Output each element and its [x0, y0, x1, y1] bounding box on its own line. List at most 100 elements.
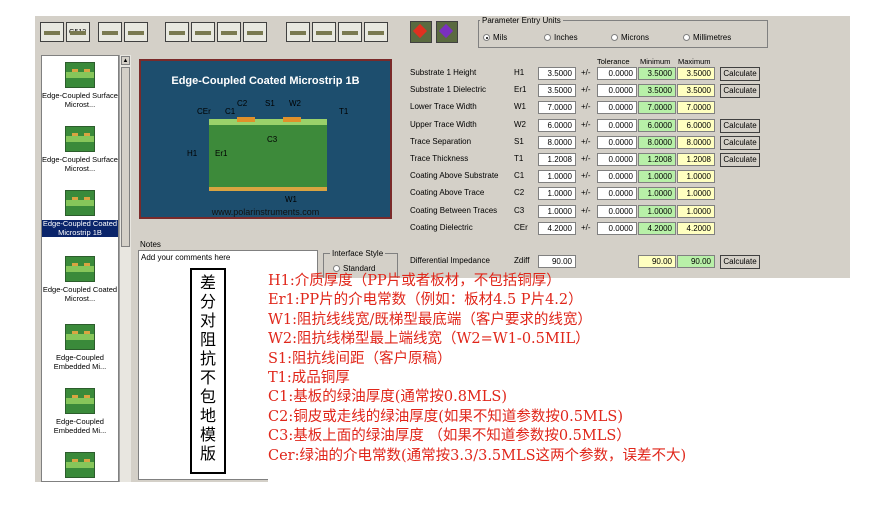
param-label: Upper Trace Width	[410, 119, 477, 129]
toolbar-group-2	[98, 22, 148, 44]
impedance-calculate-button[interactable]: Calculate	[720, 255, 760, 269]
param-value-field[interactable]: 1.0000	[538, 187, 576, 201]
param-max-field[interactable]: 8.0000	[677, 135, 715, 149]
param-max-field[interactable]: 1.0000	[677, 204, 715, 218]
list-item[interactable]: Edge-Coupled Surface Microst...	[42, 62, 118, 109]
param-tolerance-field[interactable]: 0.0000	[597, 221, 637, 235]
calculate-button[interactable]: Calculate	[720, 67, 760, 81]
list-item-selected[interactable]: Edge-Coupled Coated Microstrip 1B	[42, 190, 118, 237]
param-min-field[interactable]: 1.0000	[638, 170, 676, 184]
param-min-field[interactable]: 7.0000	[638, 101, 676, 115]
structure-icon-12[interactable]	[364, 22, 388, 42]
structure-icon-8[interactable]	[243, 22, 267, 42]
param-max-field[interactable]: 7.0000	[677, 101, 715, 115]
param-min-field[interactable]: 1.0000	[638, 187, 676, 201]
param-max-field[interactable]: 3.5000	[677, 67, 715, 80]
param-value-field[interactable]: 3.5000	[538, 84, 576, 98]
param-value-field[interactable]: 6.0000	[538, 118, 576, 132]
calc-arrow-purple-icon[interactable]	[436, 21, 458, 43]
unit-radio-mils[interactable]: Mils	[483, 33, 507, 42]
param-value-field[interactable]: 4.2000	[538, 221, 576, 235]
param-tolerance-field[interactable]: 0.0000	[597, 187, 637, 201]
structure-icon-10[interactable]	[312, 22, 336, 42]
unit-radio-microns[interactable]: Microns	[611, 33, 649, 42]
structure-thumbnail-icon	[65, 452, 95, 478]
param-value-field[interactable]: 1.2008	[538, 153, 576, 166]
label-t1: T1	[339, 107, 349, 116]
param-tolerance-field[interactable]: 0.0000	[597, 118, 637, 132]
impedance-min-field[interactable]: 90.00	[638, 255, 676, 268]
param-max-field[interactable]: 1.0000	[677, 170, 715, 184]
unit-radio-millimetres[interactable]: Millimetres	[683, 33, 731, 42]
calculate-button[interactable]: Calculate	[720, 84, 760, 99]
impedance-value-field[interactable]: 90.00	[538, 255, 576, 268]
list-item[interactable]: Edge-Coupled Embedded Mi...	[42, 324, 118, 371]
param-min-field[interactable]: 1.2008	[638, 153, 676, 166]
interface-style-title: Interface Style	[330, 249, 386, 258]
param-value-field[interactable]: 1.0000	[538, 204, 576, 218]
param-label: Coating Above Trace	[410, 188, 485, 198]
diagram-url: www.polarinstruments.com	[211, 207, 320, 217]
structure-icon-9[interactable]	[286, 22, 310, 42]
calculate-button[interactable]: Calculate	[720, 118, 760, 133]
param-max-field[interactable]: 4.2000	[677, 221, 715, 235]
diagram-title: Edge-Coupled Coated Microstrip 1B	[171, 75, 360, 87]
param-symbol: C3	[514, 205, 525, 215]
structure-icon-4[interactable]	[124, 22, 148, 42]
param-min-field[interactable]: 1.0000	[638, 204, 676, 218]
scroll-up-icon[interactable]: ▲	[121, 56, 130, 65]
param-max-field[interactable]: 6.0000	[677, 118, 715, 132]
structure-icon-11[interactable]	[338, 22, 362, 42]
unit-radio-inches[interactable]: Inches	[544, 33, 578, 42]
impedance-label: Differential Impedance	[410, 256, 490, 265]
vertical-title-char: 包	[199, 387, 216, 406]
param-tolerance-field[interactable]: 0.0000	[597, 170, 637, 184]
calc-arrow-icon[interactable]	[410, 21, 432, 43]
structure-thumbnail-icon	[65, 126, 95, 152]
sidebar-scrollbar[interactable]: ▲	[119, 55, 131, 482]
annotation-line: H1:介质厚度（PP片或者板材，不包括铜厚）	[268, 273, 561, 289]
param-min-field[interactable]: 3.5000	[638, 67, 676, 80]
param-min-field[interactable]: 4.2000	[638, 221, 676, 235]
structure-icon-5[interactable]	[165, 22, 189, 42]
param-tolerance-field[interactable]: 0.0000	[597, 101, 637, 115]
calculate-button[interactable]: Calculate	[720, 153, 760, 167]
param-min-field[interactable]: 3.5000	[638, 84, 676, 98]
param-tolerance-field[interactable]: 0.0000	[597, 84, 637, 98]
list-item[interactable]: Edge-Coupled Coated Microst...	[42, 256, 118, 303]
list-item[interactable]	[42, 452, 118, 482]
param-tolerance-field[interactable]: 0.0000	[597, 67, 637, 80]
vertical-title-char: 模	[199, 425, 216, 444]
scroll-thumb[interactable]	[121, 67, 130, 247]
structure-icon-3[interactable]	[98, 22, 122, 42]
impedance-max-field[interactable]: 90.00	[677, 255, 715, 268]
vertical-title-char: 抗	[199, 349, 216, 368]
param-value-field[interactable]: 3.5000	[538, 67, 576, 80]
param-max-field[interactable]: 1.0000	[677, 187, 715, 201]
param-value-field[interactable]: 8.0000	[538, 135, 576, 149]
calculate-button[interactable]: Calculate	[720, 135, 760, 150]
annotation-line: T1:成品铜厚	[268, 370, 350, 386]
param-max-field[interactable]: 3.5000	[677, 84, 715, 98]
structure-icon-7[interactable]	[217, 22, 241, 42]
param-min-field[interactable]: 6.0000	[638, 118, 676, 132]
param-tolerance-field[interactable]: 0.0000	[597, 204, 637, 218]
param-min-field[interactable]: 8.0000	[638, 135, 676, 149]
label-s1: S1	[265, 99, 275, 108]
param-value-field[interactable]: 7.0000	[538, 101, 576, 115]
param-tolerance-field[interactable]: 0.0000	[597, 135, 637, 149]
structure-icon-g512[interactable]: G512	[66, 22, 90, 42]
header-maximum: Maximum	[678, 57, 711, 66]
radio-icon	[683, 34, 690, 42]
param-value-field[interactable]: 1.0000	[538, 170, 576, 184]
list-item[interactable]: Edge-Coupled Surface Microst...	[42, 126, 118, 173]
param-max-field[interactable]: 1.2008	[677, 153, 715, 166]
param-symbol: Er1	[514, 85, 527, 95]
structure-icon-1[interactable]	[40, 22, 64, 42]
interface-radio-standard[interactable]: Standard	[333, 264, 375, 273]
label-c2: C2	[237, 99, 248, 108]
annotation-line: Cer:绿油的介电常数(通常按3.3/3.5MLS这两个参数，误差不大)	[268, 447, 687, 464]
param-tolerance-field[interactable]: 0.0000	[597, 153, 637, 166]
structure-icon-6[interactable]	[191, 22, 215, 42]
list-item[interactable]: Edge-Coupled Embedded Mi...	[42, 388, 118, 435]
